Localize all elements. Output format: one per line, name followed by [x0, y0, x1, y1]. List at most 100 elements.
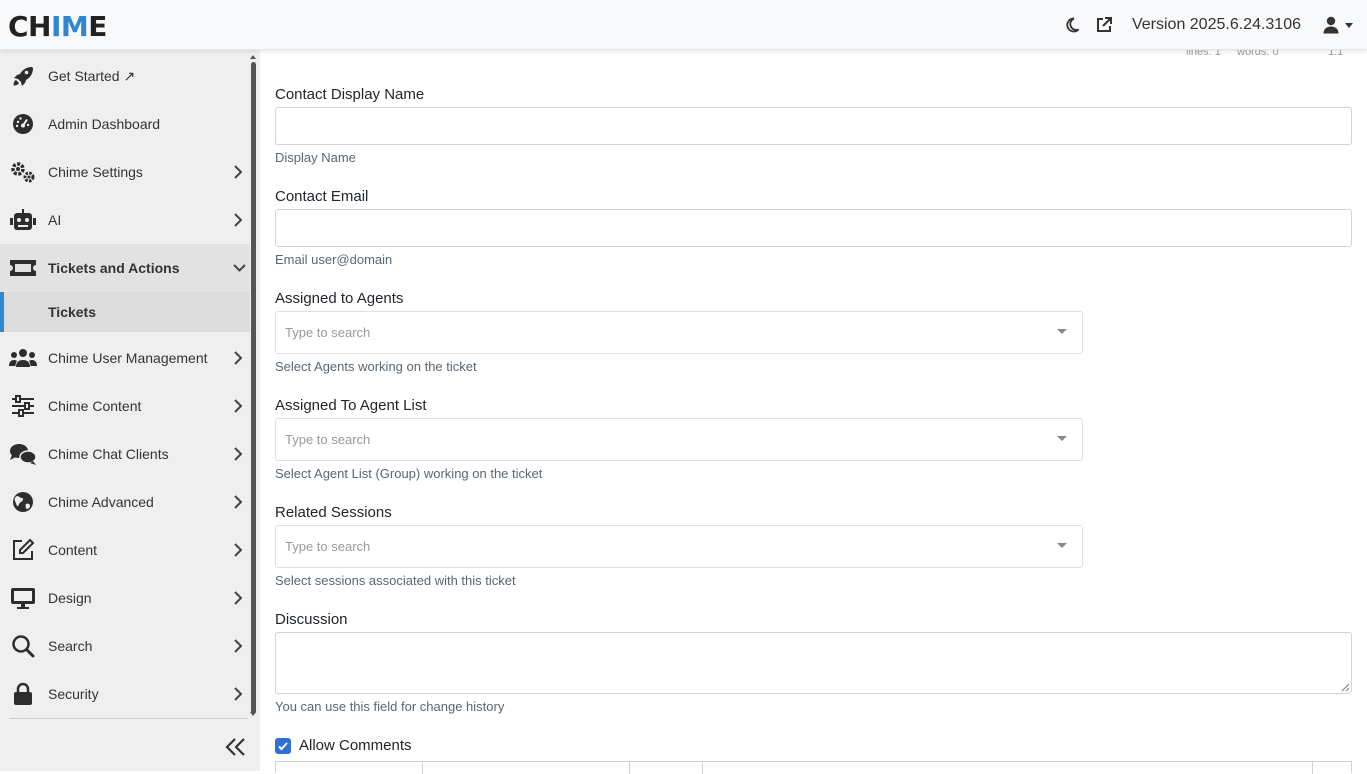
- sidebar-item-label: Tickets and Actions: [48, 260, 180, 276]
- chime-logo[interactable]: CHIME: [8, 12, 107, 42]
- gears-icon: [9, 160, 37, 184]
- external-link-icon[interactable]: [1094, 15, 1114, 35]
- sidebar-item-label: Get Started ↗: [48, 67, 136, 84]
- chevron-right-icon: [234, 447, 243, 461]
- user-menu-dropdown[interactable]: [1323, 16, 1353, 34]
- sidebar-item-search[interactable]: Search: [0, 622, 250, 670]
- contact-display-name-hint: Display Name: [275, 150, 356, 165]
- allow-comments-checkbox[interactable]: [275, 738, 291, 754]
- discussion-hint: You can use this field for change histor…: [275, 699, 505, 714]
- discussion-label: Discussion: [275, 611, 348, 628]
- sidebar-item-chime-content[interactable]: Chime Content: [0, 382, 250, 430]
- assigned-agents-select[interactable]: Type to search: [275, 311, 1083, 354]
- chevron-down-icon: [1345, 22, 1353, 28]
- sidebar-item-tickets-and-actions[interactable]: Tickets and Actions: [0, 244, 250, 292]
- chevron-right-icon: [234, 591, 243, 605]
- version-text: Version 2025.6.24.3106: [1131, 16, 1301, 33]
- sidebar-item-label: Design: [48, 590, 92, 606]
- sidebar-item-chime-advanced[interactable]: Chime Advanced: [0, 478, 250, 526]
- sidebar-item-chime-settings[interactable]: Chime Settings: [0, 148, 250, 196]
- lock-icon: [9, 682, 37, 706]
- table-column-divider: [1312, 762, 1313, 774]
- related-sessions-label: Related Sessions: [275, 504, 392, 521]
- sidebar-item-content[interactable]: Content: [0, 526, 250, 574]
- related-sessions-select[interactable]: Type to search: [275, 525, 1083, 568]
- assigned-agents-label: Assigned to Agents: [275, 290, 404, 307]
- sidebar-item-security[interactable]: Security: [0, 670, 250, 718]
- sliders-icon: [9, 394, 37, 418]
- dark-mode-moon-icon[interactable]: [1062, 15, 1082, 35]
- contact-email-hint: Email user@domain: [275, 252, 393, 267]
- sidebar-subitem-tickets[interactable]: Tickets: [0, 292, 250, 332]
- chevron-down-icon: [233, 264, 246, 272]
- chevron-right-icon: [234, 639, 243, 653]
- chevron-right-icon: [234, 165, 243, 179]
- sidebar-item-admin-dashboard[interactable]: Admin Dashboard: [0, 100, 250, 148]
- sidebar-item-get-started[interactable]: Get Started ↗: [0, 52, 250, 100]
- sidebar-item-label: Chime Chat Clients: [48, 446, 169, 462]
- checkmark-icon: [278, 742, 288, 751]
- chevron-right-icon: [234, 399, 243, 413]
- contact-display-name-label: Contact Display Name: [275, 86, 425, 103]
- collapse-sidebar-icon[interactable]: [224, 736, 248, 758]
- sidebar-item-label: Chime User Management: [48, 350, 208, 366]
- scroll-down-arrow[interactable]: [250, 712, 256, 716]
- search-icon: [9, 634, 37, 658]
- comments-table: [275, 761, 1352, 774]
- ticket-icon: [9, 256, 37, 280]
- sidebar-item-chime-user-management[interactable]: Chime User Management: [0, 334, 250, 382]
- sidebar-scrollbar[interactable]: [251, 62, 256, 714]
- dropdown-arrow-icon: [1057, 329, 1067, 334]
- sidebar-item-label: Security: [48, 686, 99, 702]
- contact-display-name-input[interactable]: [275, 107, 1352, 145]
- select-placeholder: Type to search: [285, 325, 371, 340]
- chat-icon: [9, 442, 37, 466]
- sidebar-item-label: Chime Settings: [48, 164, 143, 180]
- chevron-right-icon: [234, 495, 243, 509]
- sidebar-item-label: Chime Advanced: [48, 494, 154, 510]
- assigned-agent-list-label: Assigned To Agent List: [275, 397, 427, 414]
- top-navbar: CHIME Version 2025.6.24.3106: [0, 0, 1367, 50]
- contact-email-label: Contact Email: [275, 188, 369, 205]
- select-placeholder: Type to search: [285, 539, 371, 554]
- discussion-textarea[interactable]: [275, 632, 1352, 694]
- chevron-right-icon: [234, 351, 243, 365]
- contact-email-input[interactable]: [275, 209, 1352, 247]
- sidebar-item-ai[interactable]: AI: [0, 196, 250, 244]
- dropdown-arrow-icon: [1057, 436, 1067, 441]
- sidebar-item-design[interactable]: Design: [0, 574, 250, 622]
- scroll-up-arrow[interactable]: [250, 55, 256, 59]
- sidebar-item-label: Content: [48, 542, 98, 558]
- robot-icon: [9, 208, 37, 232]
- user-icon: [1323, 16, 1339, 34]
- chevron-right-icon: [234, 543, 243, 557]
- sidebar-item-label: Tickets: [48, 304, 96, 320]
- resize-handle-icon[interactable]: [1341, 683, 1350, 692]
- sidebar-item-label: Chime Content: [48, 398, 142, 414]
- edit-icon: [9, 538, 37, 562]
- globe-icon: [9, 490, 37, 514]
- monitor-icon: [9, 586, 37, 610]
- chevron-right-icon: [234, 213, 243, 227]
- table-column-divider: [702, 762, 703, 774]
- assigned-agent-list-select[interactable]: Type to search: [275, 418, 1083, 461]
- rocket-icon: [9, 64, 37, 88]
- dropdown-arrow-icon: [1057, 543, 1067, 548]
- sidebar-item-label: AI: [48, 212, 62, 228]
- select-placeholder: Type to search: [285, 432, 371, 447]
- chevron-right-icon: [234, 687, 243, 701]
- table-column-divider: [629, 762, 630, 774]
- sidebar: Get Started ↗ Admin Dashboard Chime Sett…: [0, 50, 260, 771]
- users-icon: [9, 346, 37, 370]
- allow-comments-label[interactable]: Allow Comments: [299, 737, 412, 754]
- sidebar-nav: Get Started ↗ Admin Dashboard Chime Sett…: [0, 52, 250, 718]
- assigned-agents-hint: Select Agents working on the ticket: [275, 359, 477, 374]
- ticket-form: lines: 1 words: 0 1:1 Contact Display Na…: [260, 46, 1367, 774]
- related-sessions-hint: Select sessions associated with this tic…: [275, 573, 516, 588]
- assigned-agent-list-hint: Select Agent List (Group) working on the…: [275, 466, 543, 481]
- sidebar-item-chime-chat-clients[interactable]: Chime Chat Clients: [0, 430, 250, 478]
- sidebar-item-label: Admin Dashboard: [48, 116, 161, 132]
- active-indicator: [0, 292, 4, 332]
- sidebar-divider: [10, 718, 248, 719]
- table-column-divider: [422, 762, 423, 774]
